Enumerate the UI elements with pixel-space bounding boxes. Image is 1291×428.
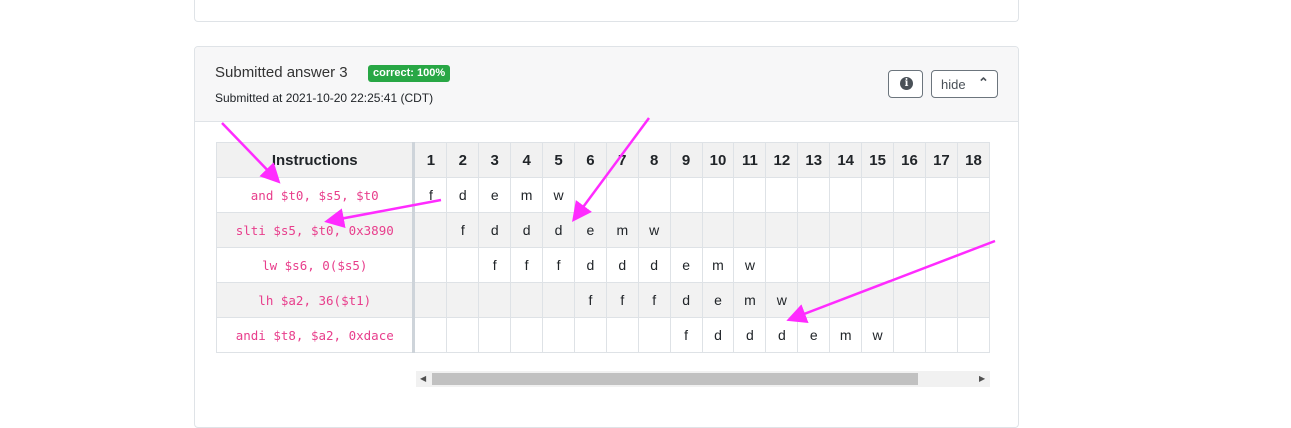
annotation-arrows bbox=[221, 117, 996, 323]
annotation-arrow bbox=[221, 122, 281, 184]
annotation-arrow bbox=[786, 239, 996, 323]
annotation-arrow bbox=[572, 117, 651, 223]
annotation-arrow bbox=[324, 198, 442, 229]
